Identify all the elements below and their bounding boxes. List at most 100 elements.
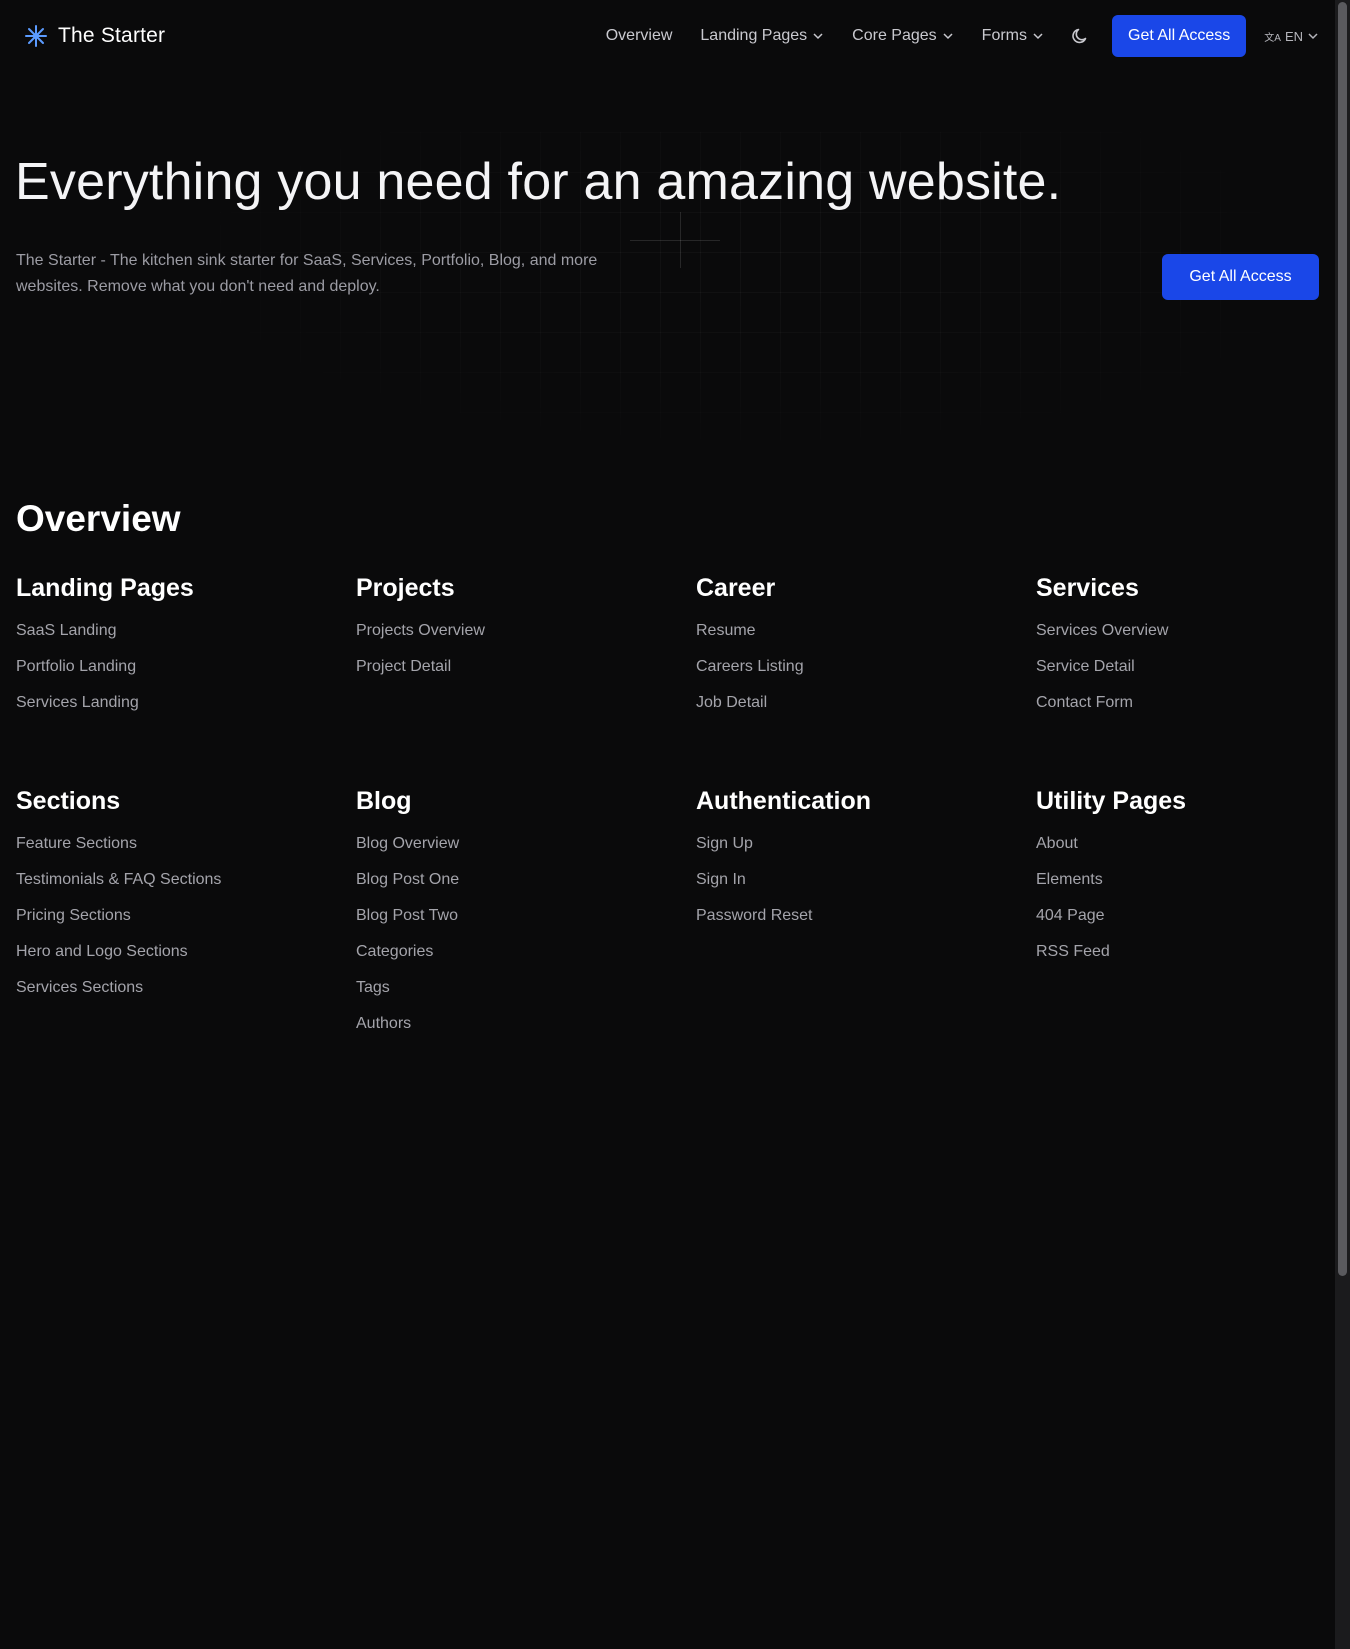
list-item: Resume	[696, 621, 1036, 657]
language-selector[interactable]: 文A EN	[1264, 29, 1319, 44]
link-group: Services Services Overview Service Detail C…	[1036, 574, 1336, 729]
page-link[interactable]: RSS Feed	[1036, 943, 1110, 960]
link-group: Projects Projects Overview Project Detail	[356, 574, 696, 729]
translate-icon: 文A	[1264, 32, 1281, 44]
page-link[interactable]: Authors	[356, 1015, 411, 1032]
nav-overview[interactable]: Overview	[606, 27, 673, 45]
link-group-list: Feature Sections Testimonials & FAQ Secti…	[16, 834, 356, 1014]
page-link[interactable]: Sign Up	[696, 835, 753, 852]
brand-name: The Starter	[58, 24, 166, 47]
get-all-access-hero-button[interactable]: Get All Access	[1162, 254, 1319, 300]
list-item: Blog Post One	[356, 870, 696, 906]
nav-core-pages[interactable]: Core Pages	[852, 27, 954, 45]
link-group-list: Sign Up Sign In Password Reset	[696, 834, 1036, 942]
page-link[interactable]: Services Landing	[16, 694, 139, 711]
sparkle-star-icon	[24, 24, 48, 48]
page-link[interactable]: Contact Form	[1036, 694, 1133, 711]
hero-description: The Starter - The kitchen sink starter f…	[16, 252, 598, 295]
main-nav: Overview Landing Pages Core Pages Forms	[606, 15, 1319, 57]
page-link[interactable]: Project Detail	[356, 658, 451, 675]
chevron-down-icon	[1032, 30, 1044, 42]
link-group-title: Utility Pages	[1036, 787, 1187, 815]
link-group-list: Projects Overview Project Detail	[356, 621, 696, 693]
overview-heading: Overview	[16, 498, 181, 539]
page-link[interactable]: Services Sections	[16, 979, 143, 996]
page-link[interactable]: Portfolio Landing	[16, 658, 136, 675]
page-link[interactable]: Elements	[1036, 871, 1103, 888]
page-link[interactable]: Projects Overview	[356, 622, 485, 639]
nav-landing-pages[interactable]: Landing Pages	[700, 27, 824, 45]
list-item: Pricing Sections	[16, 906, 356, 942]
nav-landing-pages-label: Landing Pages	[700, 27, 808, 44]
list-item: Project Detail	[356, 657, 696, 693]
link-group-title: Blog	[356, 787, 412, 815]
page-link[interactable]: Resume	[696, 622, 756, 639]
page-link[interactable]: SaaS Landing	[16, 622, 117, 639]
page-link[interactable]: About	[1036, 835, 1078, 852]
page-link[interactable]: Blog Post One	[356, 871, 459, 888]
link-group-list: Blog Overview Blog Post One Blog Post Two C…	[356, 834, 696, 1050]
page-link[interactable]: Careers Listing	[696, 658, 804, 675]
nav-forms[interactable]: Forms	[982, 27, 1044, 45]
hero-grid-crosshair	[630, 240, 720, 241]
link-group: Blog Blog Overview Blog Post One Blog Post …	[356, 787, 696, 1050]
hero-grid-crosshair	[680, 212, 681, 268]
page-link[interactable]: Blog Overview	[356, 835, 459, 852]
overview-link-groups: Landing Pages SaaS Landing Portfolio Landi…	[16, 574, 1336, 1050]
list-item: 404 Page	[1036, 906, 1336, 942]
page-link[interactable]: Service Detail	[1036, 658, 1135, 675]
list-item: Password Reset	[696, 906, 1036, 942]
brand-home-link[interactable]: The Starter	[24, 24, 165, 48]
hero-section: Everything you need for an amazing websi…	[0, 72, 1335, 452]
list-item: Elements	[1036, 870, 1336, 906]
nav-forms-label: Forms	[981, 27, 1027, 44]
list-item: Blog Overview	[356, 834, 696, 870]
link-group-list: Services Overview Service Detail Contact F…	[1036, 621, 1336, 729]
page-scrollbar[interactable]	[1335, 0, 1350, 1649]
hero-title: Everything you need for an amazing websi…	[15, 153, 1062, 211]
list-item: Categories	[356, 942, 696, 978]
link-group-title: Career	[696, 574, 776, 602]
page-link[interactable]: Services Overview	[1036, 622, 1168, 639]
list-item: Sign In	[696, 870, 1036, 906]
site-header: The Starter Overview Landing Pages Core …	[0, 0, 1335, 72]
page-link[interactable]: Sign In	[696, 871, 746, 888]
page-link[interactable]: Categories	[356, 943, 433, 960]
list-item: Careers Listing	[696, 657, 1036, 693]
list-item: Projects Overview	[356, 621, 696, 657]
link-group-list: Resume Careers Listing Job Detail	[696, 621, 1036, 729]
link-group-title: Landing Pages	[16, 574, 194, 602]
list-item: Services Landing	[16, 693, 356, 729]
link-group-title: Projects	[356, 574, 455, 602]
page-link[interactable]: 404 Page	[1036, 907, 1105, 924]
list-item: Feature Sections	[16, 834, 356, 870]
list-item: Blog Post Two	[356, 906, 696, 942]
language-label: EN	[1284, 28, 1303, 44]
nav-core-pages-label: Core Pages	[852, 27, 937, 44]
list-item: Services Sections	[16, 978, 356, 1014]
list-item: Testimonials & FAQ Sections	[16, 870, 356, 906]
list-item: Job Detail	[696, 693, 1036, 729]
page-link[interactable]: Job Detail	[696, 694, 767, 711]
link-group-title: Services	[1036, 574, 1139, 602]
chevron-down-icon	[942, 30, 954, 42]
page-link[interactable]: Testimonials & FAQ Sections	[16, 871, 221, 888]
list-item: Tags	[356, 978, 696, 1014]
page-link[interactable]: Tags	[356, 979, 390, 996]
scrollbar-thumb[interactable]	[1338, 2, 1347, 1276]
link-group: Career Resume Careers Listing Job Detail	[696, 574, 1036, 729]
page-link[interactable]: Pricing Sections	[16, 907, 131, 924]
link-group: Authentication Sign Up Sign In Password Res…	[696, 787, 1036, 1050]
chevron-down-icon	[812, 30, 824, 42]
link-group-title: Authentication	[696, 787, 871, 815]
page-link[interactable]: Password Reset	[696, 907, 813, 924]
list-item: Hero and Logo Sections	[16, 942, 356, 978]
link-group: Sections Feature Sections Testimonials & F…	[16, 787, 356, 1050]
list-item: Sign Up	[696, 834, 1036, 870]
page-link[interactable]: Blog Post Two	[356, 907, 458, 924]
link-group: Utility Pages About Elements 404 Page RSS Fe…	[1036, 787, 1336, 1050]
page-link[interactable]: Hero and Logo Sections	[16, 943, 188, 960]
get-all-access-header-button[interactable]: Get All Access	[1112, 15, 1247, 57]
page-link[interactable]: Feature Sections	[16, 835, 137, 852]
moon-icon[interactable]	[1070, 26, 1090, 46]
